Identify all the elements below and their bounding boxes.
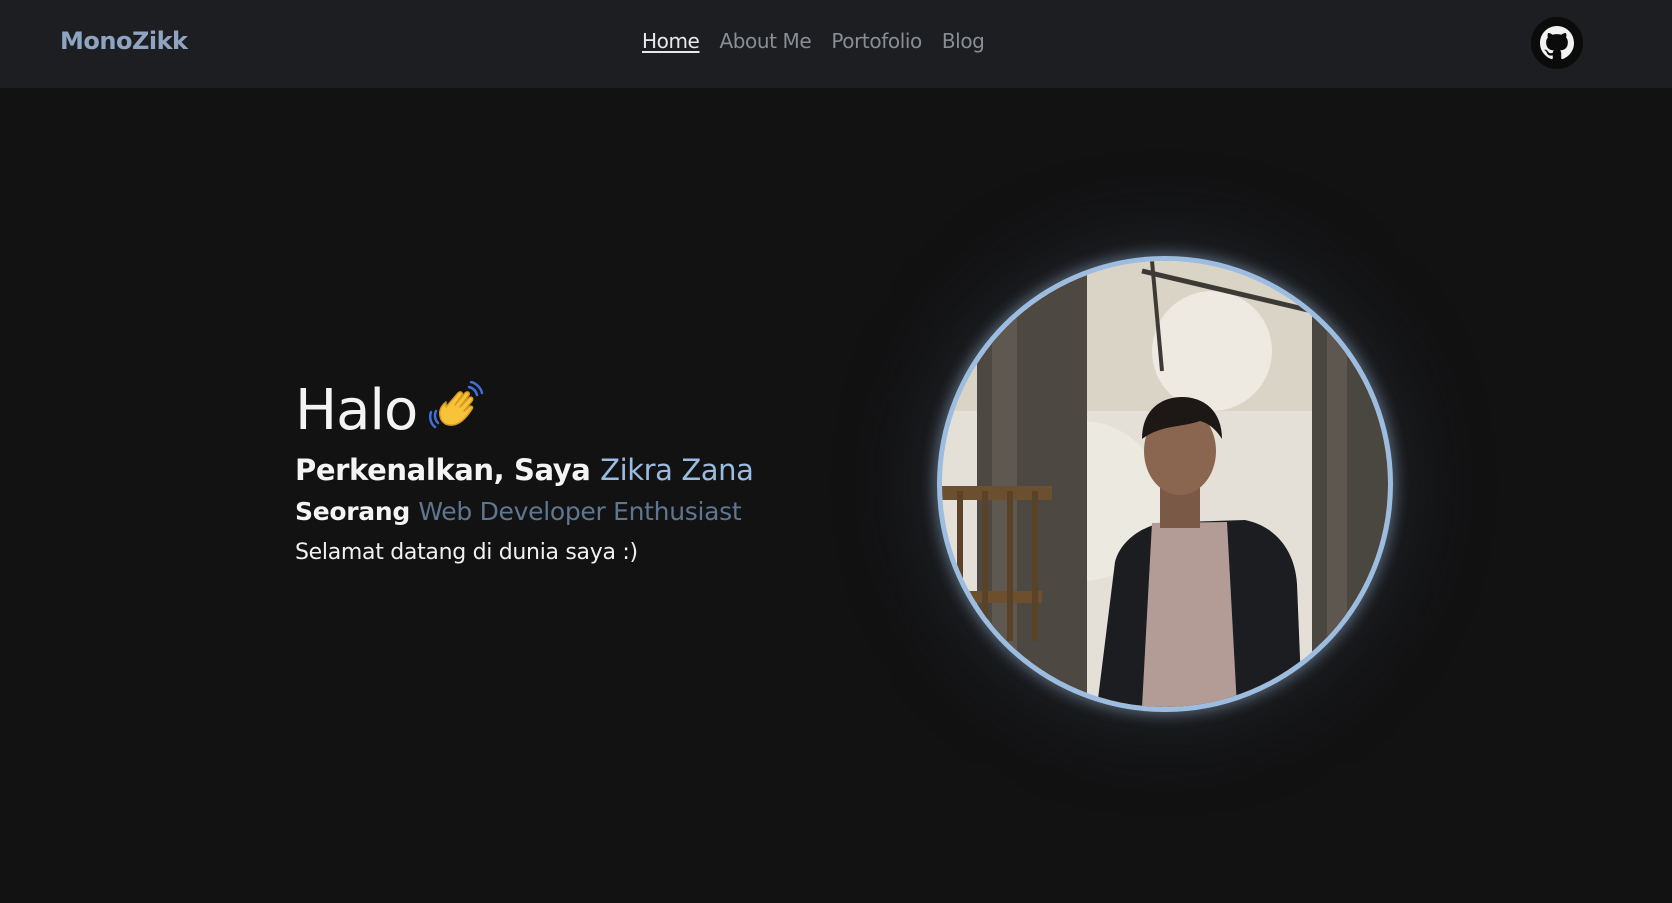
nav-link-home[interactable]: Home (642, 29, 700, 53)
role-title: Web Developer Enthusiast (418, 497, 742, 526)
navbar: MonoZikk Home About Me Portofolio Blog (0, 0, 1672, 88)
intro-prefix: Perkenalkan, Saya (295, 453, 591, 487)
nav-links: Home About Me Portofolio Blog (642, 29, 985, 53)
brand-logo[interactable]: MonoZikk (60, 27, 188, 55)
github-link[interactable] (1531, 17, 1583, 69)
greeting: Halo (295, 374, 815, 448)
greeting-title: Halo (295, 378, 418, 443)
owner-name: Zikra Zana (600, 453, 754, 487)
github-icon (1531, 17, 1583, 69)
intro-line: Perkenalkan, Saya Zikra Zana (295, 448, 815, 492)
hero-text: Halo Perkenalkan, Saya Zikra Zana Seoran… (295, 374, 815, 574)
waving-hand-icon (429, 381, 484, 429)
role-line: Seorang Web Developer Enthusiast (295, 492, 815, 532)
nav-link-blog[interactable]: Blog (942, 29, 985, 53)
profile-photo (937, 256, 1393, 712)
nav-link-about-me[interactable]: About Me (719, 29, 811, 53)
role-prefix: Seorang (295, 497, 410, 526)
nav-link-portofolio[interactable]: Portofolio (831, 29, 922, 53)
welcome-text: Selamat datang di dunia saya :) (295, 540, 638, 565)
